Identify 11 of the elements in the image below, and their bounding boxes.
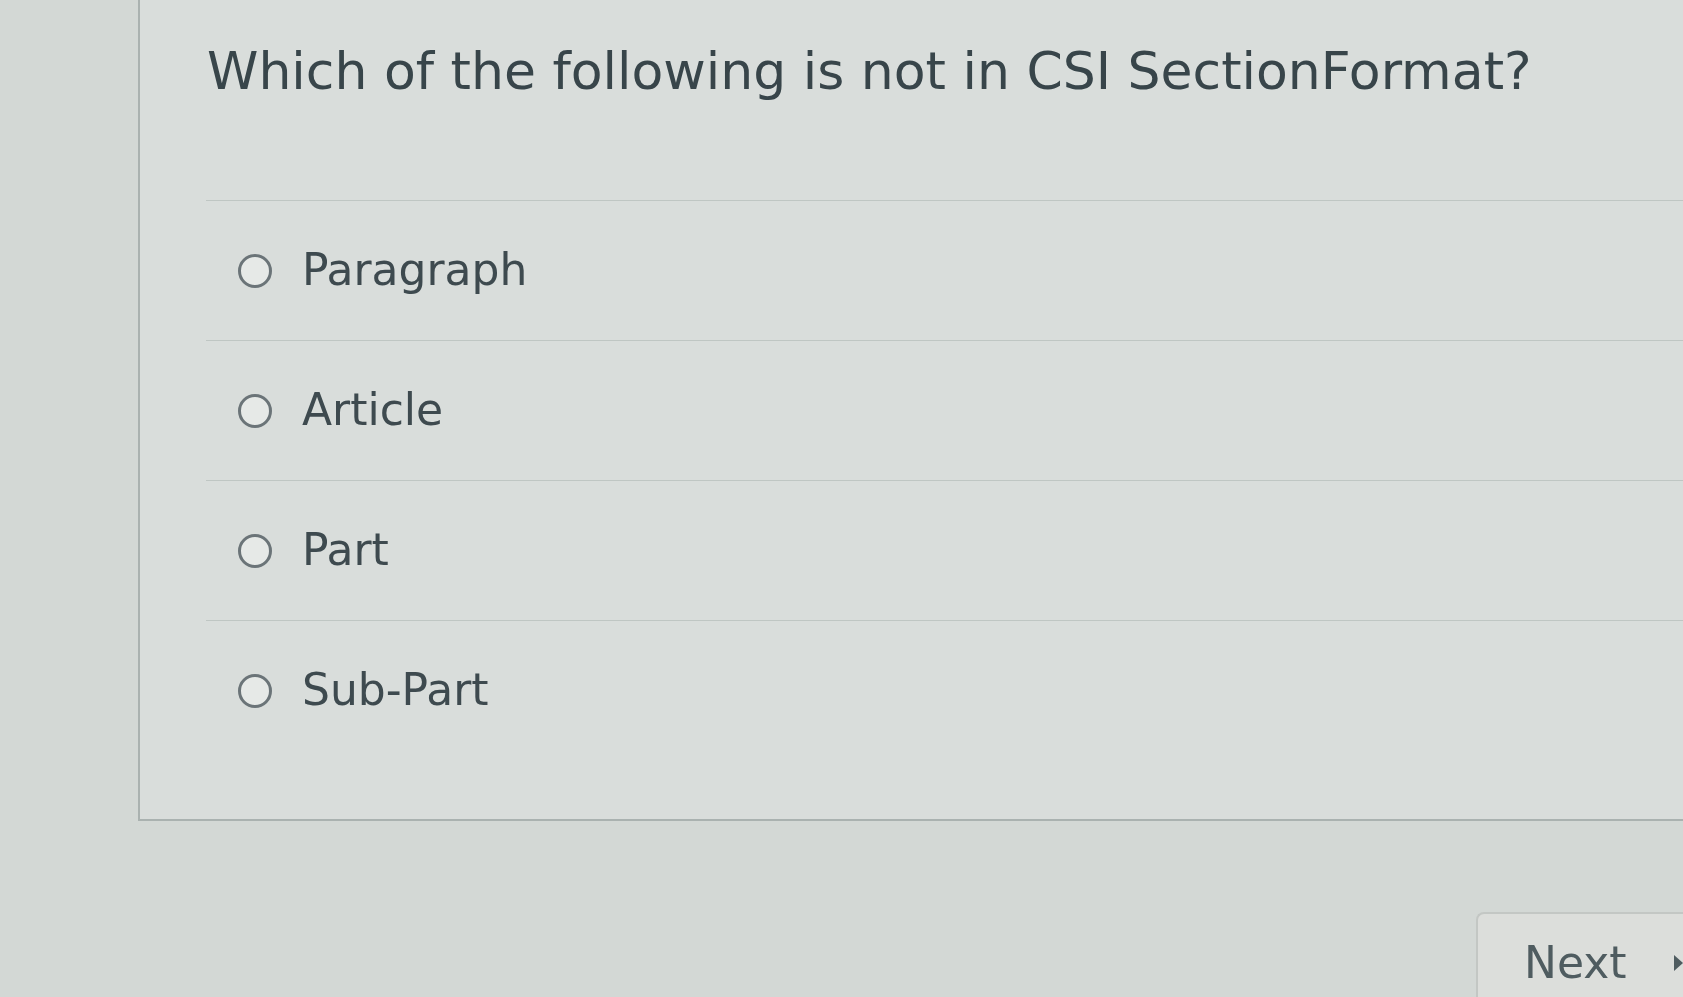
option-label: Part bbox=[302, 525, 389, 576]
radio-button[interactable] bbox=[238, 673, 272, 708]
radio-button[interactable] bbox=[238, 393, 272, 428]
radio-button[interactable] bbox=[238, 533, 272, 568]
option-label: Sub-Part bbox=[302, 665, 489, 716]
option-label: Article bbox=[302, 385, 444, 436]
triangle-icon bbox=[1674, 954, 1683, 971]
next-button[interactable]: Next bbox=[1476, 912, 1683, 997]
radio-button[interactable] bbox=[238, 253, 272, 288]
question-text: Which of the following is not in CSI SectionFormat? bbox=[206, 40, 1533, 103]
option-label: Paragraph bbox=[302, 245, 528, 296]
